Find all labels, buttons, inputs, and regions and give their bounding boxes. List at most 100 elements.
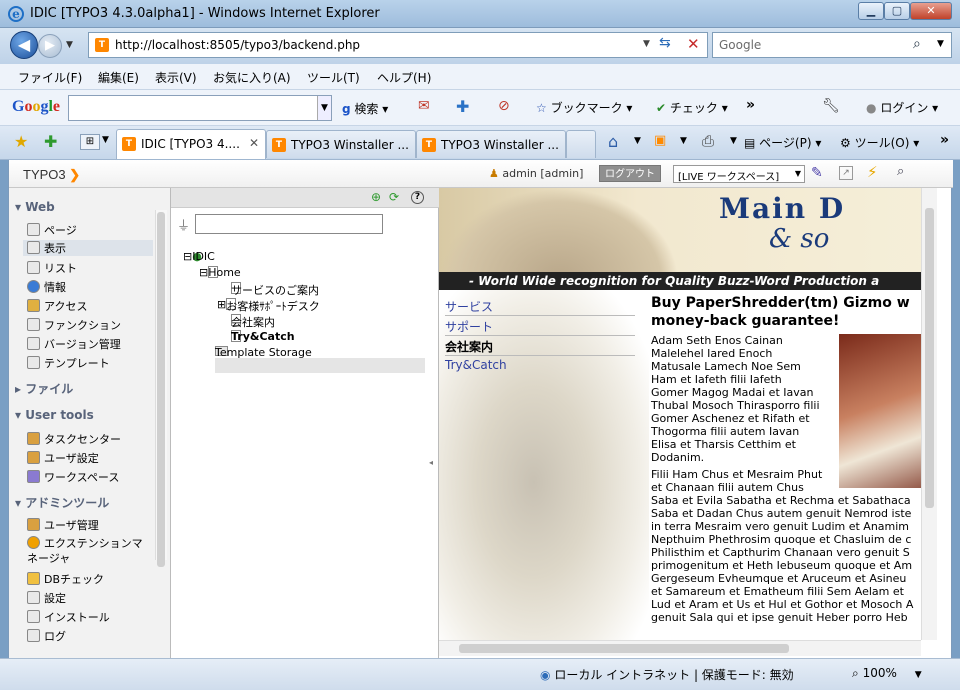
clear-cache-icon[interactable]: ⚡ <box>867 163 878 181</box>
open-new-window-icon[interactable]: ↗ <box>839 166 853 180</box>
module-menu-scroll-thumb[interactable] <box>157 212 165 567</box>
menu-favorites[interactable]: お気に入り(A) <box>213 69 291 86</box>
search-box[interactable]: Google ⌕ ▼ <box>712 32 952 58</box>
minimize-button[interactable]: ▁ <box>858 2 884 20</box>
page-menu-button[interactable]: ▤ ページ(P) ▾ <box>744 134 821 151</box>
site-nav-services[interactable]: サービス <box>445 298 635 316</box>
module-configuration[interactable]: 設定 <box>27 590 66 606</box>
tree-node-support[interactable]: ⊞ お客様ｻﾎﾟｰﾄデスク <box>217 298 320 313</box>
back-button[interactable]: ◀ <box>10 31 38 59</box>
help-icon[interactable]: ? <box>411 191 424 204</box>
maximize-button[interactable]: ▢ <box>884 2 910 20</box>
forward-button[interactable]: ▶ <box>38 34 62 58</box>
site-vertical-scrollbar[interactable] <box>921 188 937 640</box>
home-icon[interactable]: ⌂ <box>608 132 618 151</box>
add-favorite-icon[interactable]: ✚ <box>44 132 57 151</box>
site-hscroll-thumb[interactable] <box>459 644 789 653</box>
bookmarks-button[interactable]: ☆ ブックマーク ▾ <box>536 99 632 116</box>
module-dbcheck[interactable]: DBチェック <box>27 571 104 587</box>
zoom-control[interactable]: ⌕ 100% ▼ <box>852 666 922 681</box>
module-group-file[interactable]: ▸ ファイル <box>15 380 73 397</box>
more-chevron-icon[interactable]: » <box>940 132 949 148</box>
refresh-icon[interactable]: ⇆ <box>659 35 671 51</box>
history-dropdown-icon[interactable]: ▼ <box>66 40 73 50</box>
tab-winstaller-2[interactable]: T TYPO3 Winstaller ... <box>416 130 566 158</box>
menu-edit[interactable]: 編集(E) <box>98 69 139 86</box>
module-user-settings[interactable]: ユーザ設定 <box>27 450 99 466</box>
module-workspaces[interactable]: ワークスペース <box>27 469 119 485</box>
module-list[interactable]: リスト <box>27 260 77 276</box>
module-page[interactable]: ページ <box>27 222 77 238</box>
search-options-icon[interactable]: ▼ <box>937 39 944 49</box>
search-icon[interactable]: ⌕ <box>897 164 904 179</box>
feeds-icon[interactable]: ▣ <box>654 133 666 148</box>
menu-view[interactable]: 表示(V) <box>155 69 197 86</box>
feeds-dropdown-icon[interactable]: ▼ <box>680 136 687 146</box>
menu-file[interactable]: ファイル(F) <box>18 69 82 86</box>
refresh-tree-icon[interactable]: ⟳ <box>389 190 399 204</box>
address-url[interactable]: http://localhost:8505/typo3/backend.php <box>115 38 360 52</box>
site-nav-trycatch[interactable]: Try&Catch <box>445 358 635 372</box>
module-log[interactable]: ログ <box>27 628 66 644</box>
collapse-tree-icon[interactable]: ◂ <box>429 458 433 467</box>
pagerank-icon[interactable]: ⊘ <box>498 98 510 114</box>
lock-icon <box>27 299 40 312</box>
menu-tools[interactable]: ツール(T) <box>307 69 360 86</box>
module-template[interactable]: テンプレート <box>27 355 110 371</box>
tree-node-home[interactable]: ⊟ Home <box>199 266 241 279</box>
tab-idic[interactable]: T IDIC [TYPO3 4.... ✕ <box>116 129 266 159</box>
wrench-icon[interactable]: 🔧︎ <box>822 98 840 114</box>
module-functions[interactable]: ファンクション <box>27 317 121 333</box>
ie-icon: e <box>8 6 24 22</box>
address-bar[interactable]: T http://localhost:8505/typo3/backend.ph… <box>88 32 708 58</box>
quick-tabs-icon[interactable]: ⊞ <box>80 134 100 150</box>
module-versioning[interactable]: バージョン管理 <box>27 336 121 352</box>
module-taskcenter[interactable]: タスクセンター <box>27 431 121 447</box>
close-button[interactable]: ✕ <box>910 2 952 20</box>
site-horizontal-scrollbar[interactable] <box>439 640 921 656</box>
google-search-input[interactable]: ▼ <box>68 95 332 121</box>
tools-menu-button[interactable]: ⚙ ツール(O) ▾ <box>840 134 919 151</box>
search-icon[interactable]: ⌕ <box>913 36 921 52</box>
tab-close-icon[interactable]: ✕ <box>249 136 259 150</box>
popup-blocker-icon[interactable]: ✉ <box>418 98 430 114</box>
module-view[interactable]: 表示 <box>23 240 153 256</box>
tab-list-icon[interactable]: ▼ <box>102 135 109 145</box>
site-nav-support[interactable]: サポート <box>445 318 635 336</box>
module-extension-manager[interactable]: エクステンションマネージャ <box>27 536 153 566</box>
spellcheck-button[interactable]: ✔ チェック ▾ <box>656 99 728 116</box>
new-page-icon[interactable]: ⊕ <box>371 190 381 204</box>
module-user-admin[interactable]: ユーザ管理 <box>27 517 99 533</box>
module-install[interactable]: インストール <box>27 609 110 625</box>
module-info[interactable]: 情報 <box>27 279 66 295</box>
user-circle-icon: ● <box>866 101 877 115</box>
menu-help[interactable]: ヘルプ(H) <box>377 69 431 86</box>
more-chevron-icon[interactable]: » <box>746 97 755 113</box>
stop-icon[interactable]: ✕ <box>687 35 700 53</box>
module-group-web[interactable]: ▾ Web <box>15 200 55 214</box>
home-dropdown-icon[interactable]: ▼ <box>634 136 641 146</box>
print-dropdown-icon[interactable]: ▼ <box>730 136 737 146</box>
google-search-button[interactable]: g 検索 ▾ <box>342 100 388 117</box>
favorites-star-icon[interactable]: ★ <box>14 132 28 151</box>
module-group-admin[interactable]: ▾ アドミンツール <box>15 494 109 511</box>
google-logo: Google <box>12 98 61 115</box>
address-dropdown-icon[interactable]: ▼ <box>643 39 650 49</box>
site-vscroll-thumb[interactable] <box>925 208 934 508</box>
tree-root[interactable]: ⊟ ● IDIC <box>183 250 215 263</box>
site-nav-company[interactable]: 会社案内 <box>445 338 635 356</box>
security-zone[interactable]: ◉ ローカル イントラネット | 保護モード: 無効 <box>540 666 794 683</box>
module-access[interactable]: アクセス <box>27 298 87 314</box>
login-button[interactable]: ● ログイン ▾ <box>866 99 938 116</box>
google-dropdown-icon[interactable]: ▼ <box>317 96 331 120</box>
tree-filter-input[interactable] <box>195 214 383 234</box>
workspace-preview-icon[interactable]: ✎ <box>811 165 823 181</box>
workspace-select[interactable]: [LIVE ワークスペース] ▼ <box>673 165 805 183</box>
module-group-user[interactable]: ▾ User tools <box>15 408 94 422</box>
tab-winstaller-1[interactable]: T TYPO3 Winstaller ... <box>266 130 416 158</box>
typo3-favicon-icon: T <box>95 38 109 52</box>
add-button-icon[interactable]: ✚ <box>456 97 469 116</box>
logout-button[interactable]: ログアウト <box>599 165 661 182</box>
new-tab-button[interactable] <box>566 130 596 158</box>
print-icon[interactable]: ⎙ <box>702 132 714 150</box>
